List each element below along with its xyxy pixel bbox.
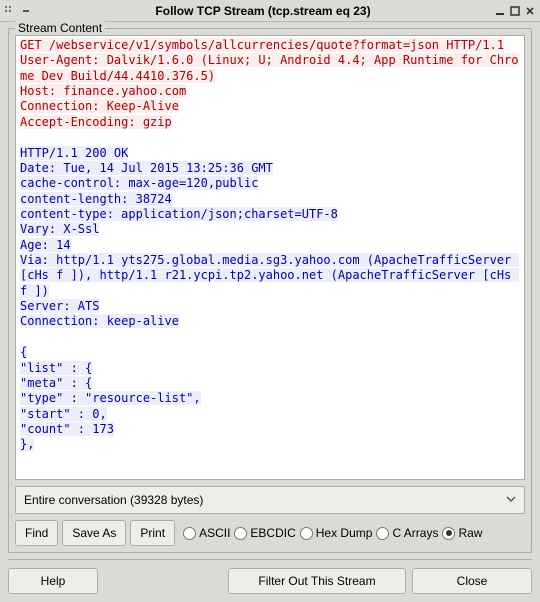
conversation-dropdown[interactable]: Entire conversation (39328 bytes) [15,486,525,514]
radio-label: Raw [458,526,482,540]
bottom-button-row: Help Filter Out This Stream Close [8,566,532,594]
window-menu-icon[interactable] [4,5,16,17]
radio-label: EBCDIC [250,526,295,540]
window-title: Follow TCP Stream (tcp.stream eq 23) [32,4,494,18]
radio-off-icon [376,527,389,540]
stream-content-fieldset: Stream Content GET /webservice/v1/symbol… [8,28,532,553]
chevron-down-icon [506,493,516,507]
help-button[interactable]: Help [8,568,98,594]
radio-off-icon [234,527,247,540]
radio-off-icon [183,527,196,540]
radio-ebcdic[interactable]: EBCDIC [234,526,295,540]
filter-out-button[interactable]: Filter Out This Stream [228,568,406,594]
radio-raw[interactable]: Raw [442,526,482,540]
request-text: GET /webservice/v1/symbols/allcurrencies… [20,38,519,129]
format-radio-group: ASCII EBCDIC Hex Dump C Arrays [183,526,482,540]
radio-ascii[interactable]: ASCII [183,526,230,540]
radio-label: C Arrays [392,526,438,540]
window-pin-icon[interactable] [20,5,32,17]
minimize-icon[interactable] [494,5,506,17]
radio-carrays[interactable]: C Arrays [376,526,438,540]
radio-label: Hex Dump [316,526,373,540]
save-as-button[interactable]: Save As [62,520,126,546]
find-button[interactable]: Find [15,520,58,546]
dropdown-selected-text: Entire conversation (39328 bytes) [24,493,203,507]
radio-hexdump[interactable]: Hex Dump [300,526,373,540]
maximize-icon[interactable] [509,5,521,17]
response-text: HTTP/1.1 200 OK Date: Tue, 14 Jul 2015 1… [20,146,519,452]
separator [8,559,532,560]
titlebar: Follow TCP Stream (tcp.stream eq 23) [0,0,540,22]
radio-label: ASCII [199,526,230,540]
print-button[interactable]: Print [130,520,175,546]
close-button[interactable]: Close [412,568,532,594]
fieldset-label: Stream Content [15,21,105,35]
action-row: Find Save As Print ASCII EBCDIC Hex Dump [15,520,525,546]
radio-off-icon [300,527,313,540]
stream-text-view[interactable]: GET /webservice/v1/symbols/allcurrencies… [15,35,525,480]
follow-tcp-stream-window: Follow TCP Stream (tcp.stream eq 23) Str… [0,0,540,602]
radio-on-icon [442,527,455,540]
close-icon[interactable] [524,5,536,17]
content-area: Stream Content GET /webservice/v1/symbol… [0,22,540,602]
